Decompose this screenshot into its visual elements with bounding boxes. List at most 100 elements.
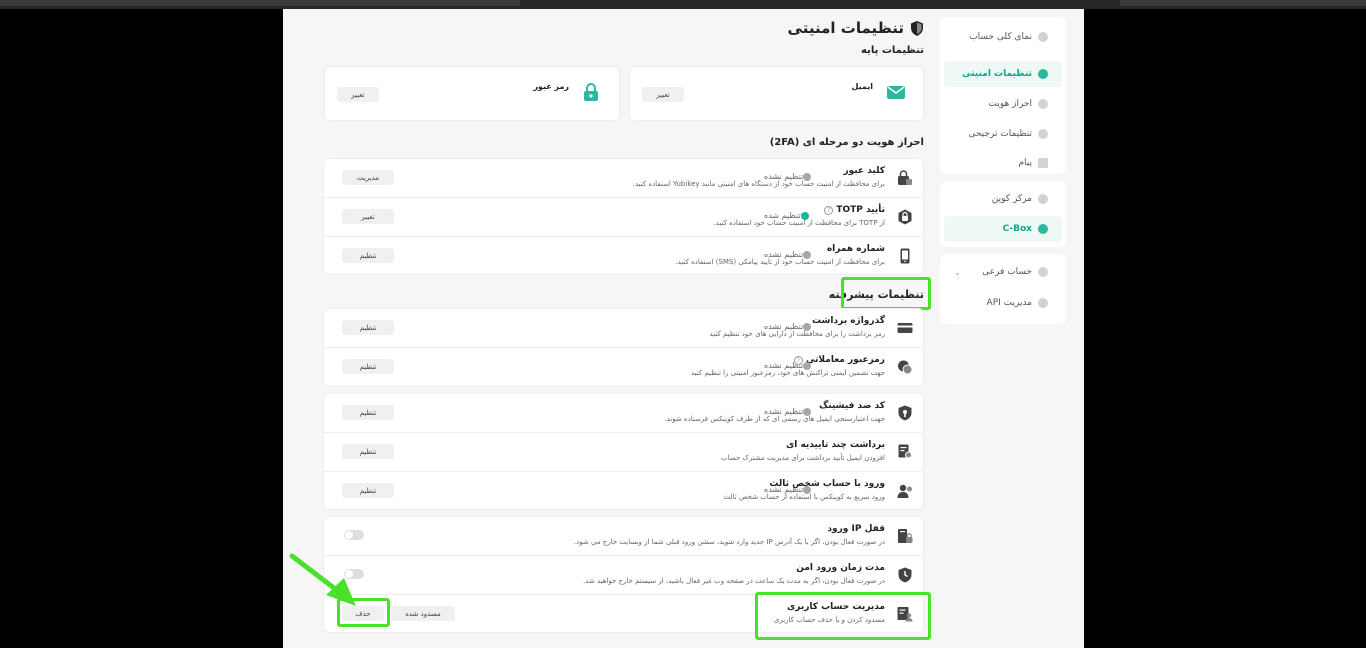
email-label: ایمیل (851, 82, 873, 91)
sidebar-group-account: نمای کلی حساب تنظیمات امنیتی احراز هویت … (940, 17, 1066, 174)
sidebar-item-security[interactable]: تنظیمات امنیتی (944, 61, 1062, 87)
twofa-heading: احراز هویت دو مرحله ای (2FA) (769, 137, 924, 148)
sidebar-item-coupon-center[interactable]: مرکز کوپن (944, 186, 1062, 212)
arrow-pointer-icon (289, 553, 356, 606)
sidebar-group-management: حساب فرعی ⌄ مدیریت API (940, 254, 1066, 324)
status-dot-icon (803, 322, 812, 331)
status-dot-icon (803, 250, 812, 259)
twofa-row-totp: تأیید TOTP ? از TOTP برای محافظت از امنی… (324, 198, 923, 237)
status-text: تنظیم نشده (764, 172, 804, 181)
phone-set-button[interactable]: تنظیم (342, 248, 394, 263)
sidebar-item-label: پیام (1018, 158, 1032, 168)
sidebar-item-account-overview[interactable]: نمای کلی حساب (944, 24, 1062, 50)
sidebar-item-label: حساب فرعی (982, 267, 1032, 277)
row-title: شماره همراه (826, 244, 885, 254)
advanced-row-withdraw-password: گذرواژه برداشت رمز برداشت را برای محافظت… (324, 309, 923, 348)
row-description: مسدود کردن و یا حذف حساب کاربری (773, 616, 885, 624)
row-title: تأیید TOTP ? (824, 205, 885, 215)
row-description: برای محافظت از امنیت حساب خود از دستگاه … (632, 180, 885, 188)
anti-phishing-set-button[interactable]: تنظیم (342, 405, 394, 420)
sidebar-item-label: مدیریت API (986, 298, 1032, 308)
api-icon (1038, 298, 1048, 308)
security-settings-page: نمای کلی حساب تنظیمات امنیتی احراز هویت … (283, 9, 1084, 648)
status-dot-icon (803, 172, 812, 181)
sidebar-item-messages[interactable]: پیام (944, 150, 1062, 176)
row-title: قفل IP ورود (827, 524, 885, 534)
advanced-settings-heading: تنظیمات پیشرفته (828, 288, 924, 301)
advanced-row-secure-session: مدت زمان ورود امن در صورت فعال بودن، اگر… (324, 556, 923, 595)
twofa-row-passkey: کلید عبور برای محافظت از امنیت حساب خود … (324, 159, 923, 198)
status-text: تنظیم نشده (764, 407, 804, 416)
chevron-down-icon: ⌄ (954, 267, 961, 277)
sidebar-group-rewards: مرکز کوپن C-Box (940, 181, 1066, 247)
status-badge: تنظیم نشده (764, 172, 816, 181)
status-check-icon (800, 211, 809, 220)
advanced-card-2: کد ضد فیشینگ جهت اعتبارسنجی ایمیل های رس… (323, 393, 924, 510)
third-party-login-set-button[interactable]: تنظیم (342, 483, 394, 498)
envelope-icon (887, 86, 905, 99)
gift-icon (1038, 224, 1048, 234)
status-badge: تنظیم شده (764, 211, 814, 220)
password-change-button[interactable]: تغییر (337, 87, 379, 102)
status-badge: تنظیم نشده (764, 407, 816, 416)
twofa-card: کلید عبور برای محافظت از امنیت حساب خود … (323, 158, 924, 275)
row-title: مدت زمان ورود امن (796, 563, 885, 573)
status-badge: تنظیم نشده (764, 361, 816, 370)
sidebar-item-label: تنظیمات ترجیحی (968, 129, 1032, 139)
sidebar-item-label: C-Box (1002, 224, 1032, 234)
user-link-icon (897, 484, 912, 498)
sidebar-item-cbox[interactable]: C-Box (944, 216, 1062, 242)
row-description: افزودن ایمیل تأیید برداشت برای مدیریت مش… (721, 454, 885, 462)
status-text: تنظیم نشده (764, 485, 804, 494)
advanced-row-ip-lock: قفل IP ورود در صورت فعال بودن، اگر با یک… (324, 517, 923, 556)
message-icon (1038, 158, 1048, 168)
row-title: گذرواژه برداشت (812, 316, 885, 326)
session-shield-icon (898, 567, 912, 583)
status-text: تنظیم شده (764, 211, 801, 220)
password-card: رمز عبور تغییر (324, 66, 620, 121)
gear-icon (1038, 129, 1048, 139)
card-icon (897, 323, 913, 333)
sidebar-item-label: مرکز کوپن (991, 194, 1032, 204)
anti-phishing-shield-icon (898, 405, 912, 421)
advanced-row-multi-approval: برداشت چند تاییدیه ای افزودن ایمیل تأیید… (324, 433, 923, 472)
status-text: تنظیم نشده (764, 250, 804, 259)
coupon-icon (1038, 194, 1048, 204)
row-description: جهت تضمین ایمنی تراکنش های خود، رمزعبور … (690, 369, 885, 377)
mobile-phone-icon (900, 248, 910, 264)
trade-password-set-button[interactable]: تنظیم (342, 359, 394, 374)
ip-lock-toggle[interactable] (344, 530, 364, 540)
id-icon (1038, 99, 1048, 109)
shield-icon (1038, 69, 1048, 79)
padlock-icon (584, 83, 598, 101)
twofa-row-phone: شماره همراه برای محافظت از امنیت حساب خو… (324, 237, 923, 275)
status-badge: تنظیم نشده (764, 322, 816, 331)
status-text: تنظیم نشده (764, 322, 804, 331)
email-change-button[interactable]: تغییر (642, 87, 684, 102)
status-dot-icon (803, 485, 812, 494)
help-icon[interactable]: ? (824, 206, 834, 215)
row-description: برای محافظت از امنیت حساب خود از تایید پ… (675, 258, 885, 266)
row-description: رمز برداشت را برای محافظت از دارایی های … (709, 330, 885, 338)
withdraw-password-set-button[interactable]: تنظیم (342, 320, 394, 335)
passkey-icon (898, 170, 912, 185)
multi-approval-set-button[interactable]: تنظیم (342, 444, 394, 459)
row-title: کد ضد فیشینگ (819, 401, 885, 411)
sidebar-item-api[interactable]: مدیریت API (944, 290, 1062, 316)
page-title-text: تنظیمات امنیتی (787, 19, 904, 37)
subaccount-icon (1038, 267, 1048, 277)
ip-lock-icon (898, 529, 913, 543)
sidebar-item-subaccount[interactable]: حساب فرعی ⌄ (944, 259, 1062, 285)
totp-change-button[interactable]: تغییر (342, 209, 394, 224)
sidebar-item-label: تنظیمات امنیتی (962, 69, 1032, 79)
row-title-text: رمزعبور معاملاتی (805, 355, 885, 365)
passkey-manage-button[interactable]: مدیریت (342, 170, 394, 185)
window-top-bar (0, 0, 1366, 9)
account-manage-icon (897, 607, 913, 622)
sidebar-item-preferences[interactable]: تنظیمات ترجیحی (944, 121, 1062, 147)
sidebar-item-verification[interactable]: احراز هویت (944, 91, 1062, 117)
status-dot-icon (803, 407, 812, 416)
account-delete-button[interactable]: حذف (342, 606, 384, 621)
row-description: در صورت فعال بودن، اگر به مدت یک ساعت در… (582, 577, 885, 585)
account-block-button[interactable]: مسدود شده (391, 606, 455, 621)
